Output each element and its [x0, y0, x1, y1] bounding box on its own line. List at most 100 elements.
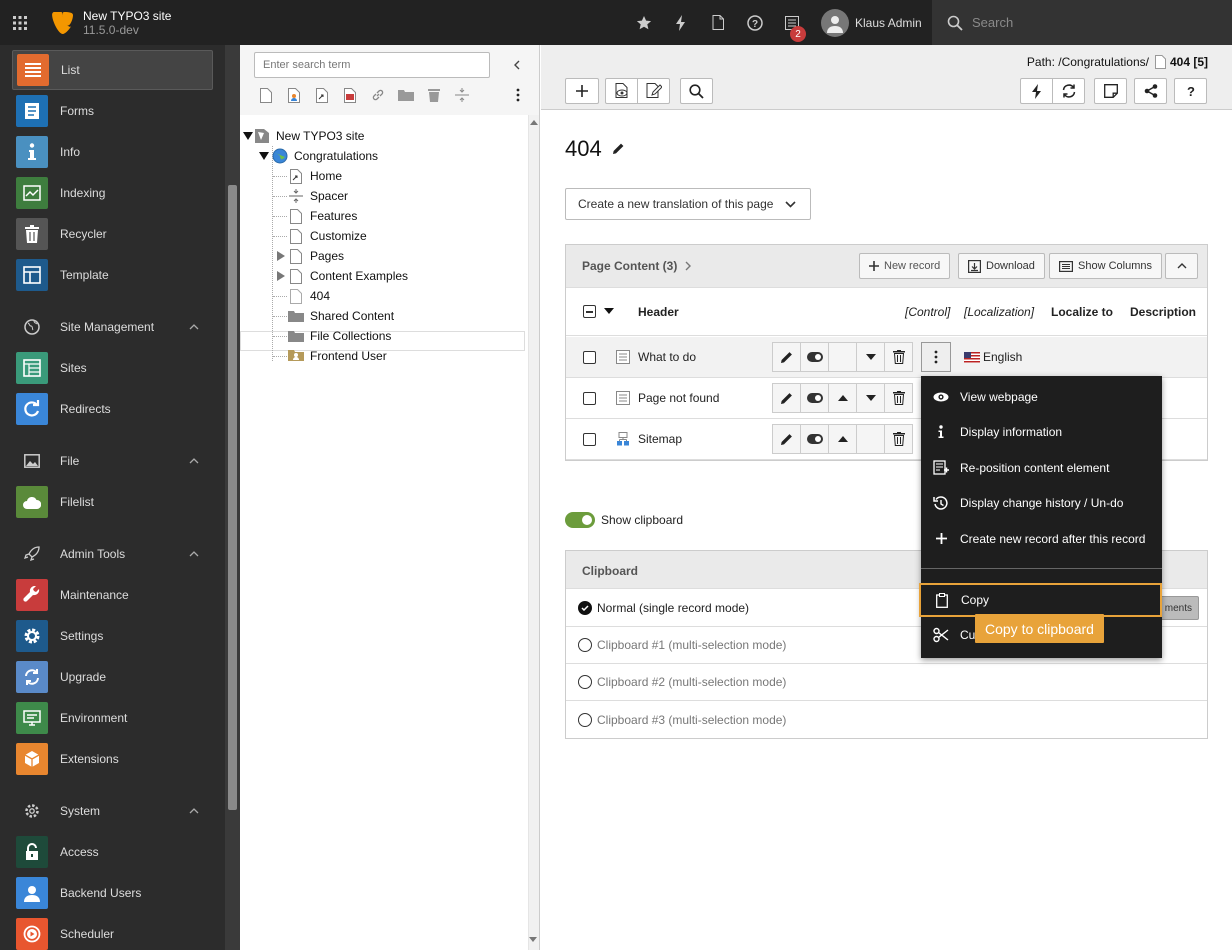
new-folder-tool[interactable] — [392, 85, 420, 105]
new-content-button[interactable] — [565, 78, 599, 104]
sidebar-item-upgrade[interactable]: Upgrade — [12, 657, 213, 697]
select-all-checkbox[interactable] — [583, 305, 596, 318]
path-page[interactable]: 404 [5] — [1170, 55, 1208, 69]
toggle-visibility-button[interactable] — [800, 424, 829, 454]
sidebar-item-scheduler[interactable]: Scheduler — [12, 914, 213, 950]
module-menu-toggle[interactable] — [0, 0, 40, 45]
new-shortcut-tool[interactable] — [308, 85, 336, 105]
sidebar-group-system[interactable]: System — [12, 795, 213, 827]
sidebar-item-extensions[interactable]: Extensions — [12, 739, 213, 779]
tree-node-404[interactable]: 404 — [288, 286, 330, 306]
row-checkbox[interactable] — [583, 351, 596, 364]
sidebar-item-sites[interactable]: Sites — [12, 348, 213, 388]
sidebar-item-maintenance[interactable]: Maintenance — [12, 575, 213, 615]
tree-node-congratulations[interactable]: Congratulations — [272, 146, 378, 166]
row-checkbox[interactable] — [583, 392, 596, 405]
new-link-tool[interactable] — [364, 85, 392, 105]
site-logo[interactable]: New TYPO3 site 11.5.0-dev — [40, 0, 171, 45]
download-button[interactable]: Download — [958, 253, 1045, 279]
tree-toggle-content-examples[interactable] — [275, 270, 287, 282]
menu-item-reposition[interactable]: Re-position content element — [921, 450, 1162, 485]
tree-toggle-pages[interactable] — [275, 250, 287, 262]
scrollbar-thumb[interactable] — [228, 185, 237, 810]
new-backend-section-tool[interactable] — [280, 85, 308, 105]
toggle-visibility-button[interactable] — [800, 383, 829, 413]
search-input[interactable] — [972, 15, 1212, 30]
more-actions-button[interactable] — [921, 342, 951, 372]
move-up-button[interactable] — [828, 383, 857, 413]
row-title[interactable]: Sitemap — [638, 432, 682, 446]
tree-node-frontend-user[interactable]: Frontend User — [288, 346, 387, 366]
sidebar-item-recycler[interactable]: Recycler — [12, 214, 213, 254]
sidebar-item-backend-users[interactable]: Backend Users — [12, 873, 213, 913]
tree-more-button[interactable] — [508, 85, 528, 105]
edit-button[interactable] — [772, 342, 801, 372]
new-record-button[interactable]: New record — [859, 253, 951, 279]
panel-title[interactable]: Page Content (3) — [582, 259, 692, 273]
collapse-tree-button[interactable] — [506, 55, 526, 75]
reload-button[interactable] — [1052, 78, 1085, 104]
tree-node-root[interactable]: New TYPO3 site — [254, 126, 364, 146]
tree-node-features[interactable]: Features — [288, 206, 357, 226]
clear-page-cache-button[interactable] — [1020, 78, 1053, 104]
share-button[interactable] — [1134, 78, 1167, 104]
new-spacer-tool[interactable] — [448, 85, 476, 105]
new-recycler-tool[interactable] — [420, 85, 448, 105]
sidebar-item-template[interactable]: Template — [12, 255, 213, 295]
clipboard-mode-2[interactable]: Clipboard #2 (multi-selection mode) — [566, 664, 1207, 701]
menu-item-history[interactable]: Display change history / Un-do — [921, 485, 1162, 520]
clear-cache-button[interactable] — [663, 0, 699, 45]
tree-search-input[interactable] — [254, 52, 490, 78]
tree-toggle-root[interactable] — [242, 130, 254, 142]
row-checkbox[interactable] — [583, 433, 596, 446]
sidebar-group-site-management[interactable]: Site Management — [12, 311, 213, 343]
delete-button[interactable] — [884, 383, 913, 413]
tree-toggle-congratulations[interactable] — [258, 150, 270, 162]
sidebar-item-indexing[interactable]: Indexing — [12, 173, 213, 213]
pencil-icon[interactable] — [612, 143, 624, 155]
sidebar-item-settings[interactable]: Settings — [12, 616, 213, 656]
clipboard-mode-3[interactable]: Clipboard #3 (multi-selection mode) — [566, 701, 1207, 738]
translation-select[interactable]: Create a new translation of this page — [565, 188, 811, 220]
tree-node-spacer[interactable]: Spacer — [288, 186, 348, 206]
row-title[interactable]: What to do — [638, 350, 696, 364]
sidebar-group-admin-tools[interactable]: Admin Tools — [12, 538, 213, 570]
edit-button[interactable] — [772, 424, 801, 454]
edit-button[interactable] — [772, 383, 801, 413]
new-page-tool[interactable] — [252, 85, 280, 105]
sidebar-item-filelist[interactable]: Filelist — [12, 482, 213, 522]
help-button[interactable]: ? — [1174, 78, 1207, 104]
collapse-panel-button[interactable] — [1165, 253, 1198, 279]
sidebar-item-list[interactable]: List — [12, 50, 213, 90]
tree-node-content-examples[interactable]: Content Examples — [288, 266, 408, 286]
view-page-button[interactable] — [605, 78, 638, 104]
sidebar-item-environment[interactable]: Environment — [12, 698, 213, 738]
tree-node-customize[interactable]: Customize — [288, 226, 367, 246]
delete-button[interactable] — [884, 342, 913, 372]
move-down-button[interactable] — [856, 342, 885, 372]
tree-scrollbar[interactable] — [528, 115, 539, 950]
tree-node-file-collections[interactable]: File Collections — [288, 326, 391, 346]
opendocs-button[interactable] — [700, 0, 736, 45]
menu-item-new-after[interactable]: Create new record after this record — [921, 521, 1162, 556]
edit-page-button[interactable] — [637, 78, 670, 104]
move-up-button[interactable] — [828, 424, 857, 454]
show-clipboard-toggle[interactable]: Show clipboard — [565, 512, 683, 528]
tree-node-pages[interactable]: Pages — [288, 246, 344, 266]
sidebar-group-file[interactable]: File — [12, 445, 213, 477]
help-button[interactable]: ? — [737, 0, 773, 45]
bookmark-button[interactable] — [1094, 78, 1127, 104]
column-header[interactable]: Header — [638, 305, 679, 319]
tree-node-shared-content[interactable]: Shared Content — [288, 306, 394, 326]
move-down-button[interactable] — [856, 383, 885, 413]
toggle-switch[interactable] — [565, 512, 595, 528]
sidebar-item-forms[interactable]: Forms — [12, 91, 213, 131]
tree-node-home[interactable]: Home — [288, 166, 342, 186]
sidebar-item-access[interactable]: Access — [12, 832, 213, 872]
new-mountpoint-tool[interactable] — [336, 85, 364, 105]
row-title[interactable]: Page not found — [638, 391, 719, 405]
menu-item-copy[interactable]: Copy — [919, 583, 1162, 617]
toggle-visibility-button[interactable] — [800, 342, 829, 372]
show-columns-button[interactable]: Show Columns — [1049, 253, 1162, 279]
sidebar-item-redirects[interactable]: Redirects — [12, 389, 213, 429]
